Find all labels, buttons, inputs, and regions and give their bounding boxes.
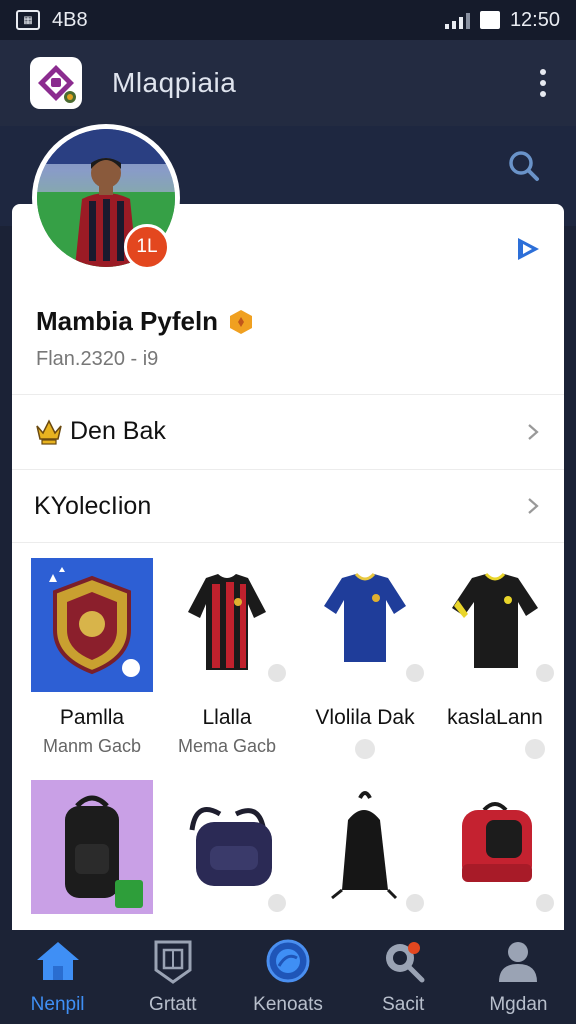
navy-bag-thumbnail (166, 780, 288, 914)
status-left-text: 4B8 (52, 8, 88, 31)
black-backpack-thumbnail (31, 780, 153, 914)
collection-row[interactable]: KYolecIion (12, 469, 564, 543)
black-jersey-thumbnail (434, 558, 556, 692)
collection-label: KYolecIion (34, 491, 152, 520)
item-title: Pamlla (59, 706, 125, 729)
item-title: kaslaLann (447, 706, 543, 729)
chevron-right-icon (528, 423, 539, 440)
den-bak-label: Den Bak (70, 417, 166, 445)
battery-icon (479, 11, 500, 29)
item-title: Llalla (202, 706, 252, 729)
drawstring-bag-thumbnail (304, 780, 426, 914)
blue-jersey-thumbnail (304, 558, 426, 692)
profile-name-text: Mambia Pyfeln (36, 306, 219, 336)
nav-tab-grid[interactable]: Grtatt (115, 930, 230, 1024)
share-icon (536, 664, 554, 682)
nav-tab-profile[interactable]: Mgdan (461, 930, 576, 1024)
item-subtitle: Manm Gacb (42, 736, 142, 756)
kebab-dot-icon (540, 91, 546, 97)
status-time: 12:50 (509, 8, 560, 31)
collection-item-emblem[interactable]: Pamlla Manm Gacb (27, 558, 157, 757)
link-icon (355, 739, 375, 759)
share-icon (268, 664, 286, 682)
level-badge: 1L (124, 224, 170, 270)
item-title: Vlolila Dak (315, 706, 415, 729)
collection-item-drawstring-bag[interactable] (300, 780, 430, 914)
den-bak-row[interactable]: Den Bak (12, 394, 564, 468)
app-logo-icon (38, 65, 76, 103)
item-subtitle: Mema Gacb (177, 736, 277, 756)
emblem-icon (49, 567, 140, 677)
red-backpack-thumbnail (434, 780, 556, 914)
notification-icon: ▦ (16, 10, 40, 30)
profile-card: Mambia Pyfeln Flan.2320 - i9 Den Bak KYo… (12, 204, 564, 944)
app-title: Mlaqpiaia (112, 67, 237, 98)
backpack-icon (65, 795, 143, 908)
nav-tab-contacts[interactable]: Kenoats (230, 930, 345, 1024)
share-icon (406, 894, 424, 912)
person-icon (499, 942, 538, 982)
profile-subtitle: Flan.2320 - i9 (36, 348, 159, 370)
profile-name: Mambia Pyfeln (36, 306, 254, 337)
chevron-right-icon (528, 498, 539, 514)
collection-item-red-backpack[interactable] (430, 780, 560, 914)
globe-icon (266, 939, 310, 983)
search-icon[interactable] (506, 148, 542, 184)
collection-item-blue-jersey[interactable]: Vlolila Dak (300, 558, 430, 759)
nav-tab-home[interactable]: Nenpil (0, 930, 115, 1024)
share-icon (406, 664, 424, 682)
collection-item-navy-bag[interactable] (162, 780, 292, 914)
share-icon (268, 894, 286, 912)
crown-icon (36, 418, 62, 445)
verified-badge-icon (230, 309, 253, 334)
collection-item-black-backpack[interactable] (27, 780, 157, 914)
collection-item-black-jersey[interactable]: kaslaLann (430, 558, 560, 759)
nav-label: Sacit (382, 994, 425, 1015)
shield-icon (154, 940, 192, 984)
nav-label: Kenoats (253, 994, 323, 1015)
kebab-dot-icon (540, 69, 546, 75)
collection-item-red-jersey[interactable]: Llalla Mema Gacb (162, 558, 292, 757)
app-logo[interactable] (30, 57, 82, 109)
app-bar: Mlaqpiaia (0, 40, 576, 126)
link-icon (525, 739, 545, 759)
nav-tab-search[interactable]: Sacit (346, 930, 461, 1024)
nav-label: Mgdan (489, 994, 548, 1015)
home-icon (36, 942, 79, 980)
nav-label: Grtatt (149, 994, 197, 1015)
nav-label: Nenpil (30, 994, 85, 1015)
emblem-thumbnail (31, 558, 153, 692)
red-jersey-thumbnail (166, 558, 288, 692)
share-icon (536, 894, 554, 912)
bottom-navigation: Nenpil Grtatt Kenoats Sacit Mgdan (0, 930, 576, 1024)
search-tag-icon (386, 942, 425, 983)
status-bar: ▦ 4B8 12:50 (0, 0, 576, 40)
signal-icon (444, 11, 470, 29)
play-icon[interactable] (512, 234, 542, 264)
more-options-button[interactable] (540, 69, 546, 97)
kebab-dot-icon (540, 80, 546, 86)
